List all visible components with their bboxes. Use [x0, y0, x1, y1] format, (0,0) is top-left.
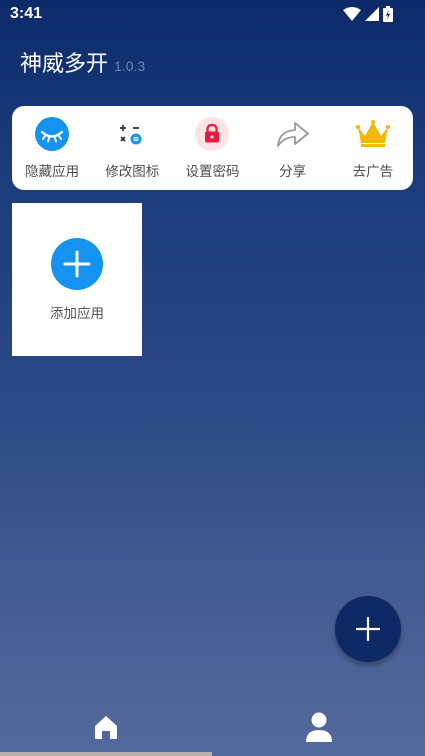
add-app-icon	[51, 238, 103, 290]
add-app-label: 添加应用	[50, 306, 104, 322]
toolbar: 隐藏应用 修改图标 设置密码 分享 去广告	[12, 106, 413, 190]
nav-selected-indicator	[0, 752, 212, 756]
hide-apps-button[interactable]: 隐藏应用	[12, 116, 92, 180]
hide-apps-label: 隐藏应用	[25, 164, 80, 180]
nav-profile-tab[interactable]	[305, 711, 333, 743]
share-label: 分享	[279, 164, 307, 180]
app-title: 神威多开	[20, 52, 109, 77]
plus-icon	[356, 617, 380, 641]
lock-icon	[194, 116, 230, 152]
remove-ads-button[interactable]: 去广告	[333, 116, 413, 180]
profile-icon	[306, 712, 332, 742]
share-button[interactable]: 分享	[253, 116, 333, 180]
floating-add-button[interactable]	[335, 596, 401, 662]
battery-icon	[383, 6, 393, 22]
eye-closed-icon	[34, 116, 70, 152]
remove-ads-label: 去广告	[352, 164, 394, 180]
signal-icon	[365, 7, 379, 21]
change-icon-button[interactable]: 修改图标	[92, 116, 172, 180]
status-time: 3:41	[10, 5, 43, 22]
app-version: 1.0.3	[114, 58, 146, 74]
share-arrow-icon	[275, 116, 311, 152]
wifi-icon	[343, 7, 361, 21]
home-icon	[95, 716, 117, 739]
status-icons	[343, 6, 393, 22]
app-header: 神威多开 1.0.3	[20, 46, 145, 78]
nav-home-tab[interactable]	[92, 713, 120, 741]
crown-icon	[355, 116, 391, 152]
calculator-icon	[114, 116, 150, 152]
status-bar: 3:41	[0, 0, 425, 30]
change-icon-label: 修改图标	[105, 164, 160, 180]
bottom-nav	[0, 700, 425, 756]
add-app-card[interactable]: 添加应用	[12, 203, 142, 356]
set-password-button[interactable]: 设置密码	[172, 116, 252, 180]
set-password-label: 设置密码	[185, 164, 240, 180]
